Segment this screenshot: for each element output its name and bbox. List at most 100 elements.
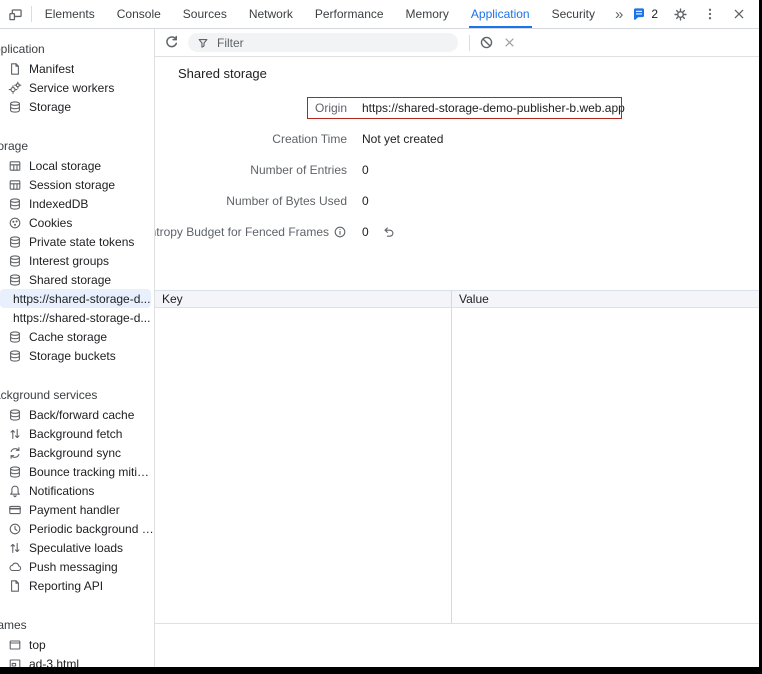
database-icon xyxy=(8,273,22,287)
sidebar-item-push-messaging[interactable]: Push messaging xyxy=(0,557,154,576)
close-devtools-button[interactable] xyxy=(732,7,746,21)
key-value-table: Key Value xyxy=(155,290,759,624)
sidebar-item-label: Shared storage xyxy=(29,273,111,287)
sidebar-item-manifest[interactable]: Manifest xyxy=(0,59,154,78)
sidebar-item-shared-storage[interactable]: Shared storage xyxy=(0,270,154,289)
updown-arrows-icon xyxy=(8,427,22,441)
sidebar-item-top[interactable]: top xyxy=(0,635,154,654)
detail-label: Number of Entries xyxy=(155,163,347,177)
sidebar-section-title: Application xyxy=(0,39,140,59)
sidebar-section-application: ApplicationManifestService workers Storag… xyxy=(0,39,154,116)
application-panel-body: ApplicationManifestService workers Storag… xyxy=(0,29,759,667)
close-icon xyxy=(732,7,746,21)
detail-row-entropy-budget-for-fenced-frames: Entropy Budget for Fenced Frames 0 xyxy=(155,216,759,247)
column-header-value[interactable]: Value xyxy=(452,291,759,307)
block-icon xyxy=(479,35,494,50)
detail-label: Number of Bytes Used xyxy=(155,194,347,208)
tab-console[interactable]: Console xyxy=(106,0,172,28)
sidebar-item-https-shared-storage-d[interactable]: https://shared-storage-d... xyxy=(0,308,154,327)
sidebar-item-periodic-background-s[interactable]: Periodic background s... xyxy=(0,519,154,538)
table-header-row: Key Value xyxy=(155,290,759,308)
kebab-menu-button[interactable] xyxy=(703,7,717,21)
sidebar-section-title: Background services xyxy=(0,385,140,405)
sidebar-item-session-storage[interactable]: Session storage xyxy=(0,175,154,194)
database-icon xyxy=(8,349,22,363)
more-tabs-button[interactable]: » xyxy=(606,0,632,28)
sidebar-item-cache-storage[interactable]: Cache storage xyxy=(0,327,154,346)
clear-all-button[interactable] xyxy=(479,35,494,50)
issues-counter-button[interactable]: 2 xyxy=(632,7,658,21)
sidebar-item-local-storage[interactable]: Local storage xyxy=(0,156,154,175)
detail-value: 0 xyxy=(362,163,759,177)
detail-value: 0 xyxy=(362,225,759,239)
tab-security[interactable]: Security xyxy=(541,0,606,28)
sidebar-item-label: IndexedDB xyxy=(29,197,88,211)
detail-label: Entropy Budget for Fenced Frames xyxy=(155,225,347,239)
table-body-key-column xyxy=(155,308,452,623)
table-body-empty[interactable] xyxy=(155,308,759,624)
sidebar-item-label: Storage xyxy=(29,100,71,114)
sidebar-item-label: Background fetch xyxy=(29,427,122,441)
sidebar-item-label: https://shared-storage-d... xyxy=(13,311,150,325)
gear-icon xyxy=(673,7,688,22)
database-icon xyxy=(8,100,22,114)
sync-icon xyxy=(8,446,22,460)
sidebar-item-label: Storage buckets xyxy=(29,349,116,363)
sidebar-item-notifications[interactable]: Notifications xyxy=(0,481,154,500)
tab-performance[interactable]: Performance xyxy=(304,0,395,28)
table-icon xyxy=(8,178,22,192)
cloud-icon xyxy=(8,560,22,574)
database-icon xyxy=(8,235,22,249)
toggle-device-toolbar-button[interactable] xyxy=(0,0,31,28)
refresh-button[interactable] xyxy=(164,35,179,50)
sidebar-item-speculative-loads[interactable]: Speculative loads xyxy=(0,538,154,557)
info-icon xyxy=(333,225,347,239)
iframe-icon xyxy=(8,657,22,668)
sidebar-item-back-forward-cache[interactable]: Back/forward cache xyxy=(0,405,154,424)
tab-elements[interactable]: Elements xyxy=(34,0,106,28)
sidebar-item-reporting-api[interactable]: Reporting API xyxy=(0,576,154,595)
column-header-key[interactable]: Key xyxy=(155,291,452,307)
detail-row-origin: Originhttps://shared-storage-demo-publis… xyxy=(155,92,759,123)
filter-input[interactable] xyxy=(215,35,449,51)
document-icon xyxy=(8,62,22,76)
undo-icon xyxy=(381,225,395,239)
page-title: Shared storage xyxy=(178,66,759,83)
sidebar-item-payment-handler[interactable]: Payment handler xyxy=(0,500,154,519)
reset-entropy-budget-button[interactable] xyxy=(381,225,395,239)
issues-icon xyxy=(632,7,646,21)
sidebar-item-storage-buckets[interactable]: Storage buckets xyxy=(0,346,154,365)
table-icon xyxy=(8,159,22,173)
detail-row-number-of-bytes-used: Number of Bytes Used0 xyxy=(155,185,759,216)
sidebar-item-service-workers[interactable]: Service workers xyxy=(0,78,154,97)
sidebar-item-label: Back/forward cache xyxy=(29,408,134,422)
tab-application[interactable]: Application xyxy=(460,0,541,28)
sidebar-item-cookies[interactable]: Cookies xyxy=(0,213,154,232)
tab-memory[interactable]: Memory xyxy=(395,0,460,28)
clock-icon xyxy=(8,522,22,536)
sidebar-item-interest-groups[interactable]: Interest groups xyxy=(0,251,154,270)
filter-pill[interactable] xyxy=(188,33,458,52)
sidebar-item-background-fetch[interactable]: Background fetch xyxy=(0,424,154,443)
updown-arrows-icon xyxy=(8,541,22,555)
sidebar-item-private-state-tokens[interactable]: Private state tokens xyxy=(0,232,154,251)
sidebar-item-bounce-tracking-mitiga[interactable]: Bounce tracking mitiga... xyxy=(0,462,154,481)
device-toolbar-icon xyxy=(8,7,23,22)
sidebar-item-indexeddb[interactable]: IndexedDB xyxy=(0,194,154,213)
sidebar-section-title: Storage xyxy=(0,136,140,156)
sidebar-item-label: Session storage xyxy=(29,178,115,192)
delete-selected-button[interactable] xyxy=(503,36,516,49)
sidebar-item-label: Bounce tracking mitiga... xyxy=(29,465,154,479)
sidebar-item-storage[interactable]: Storage xyxy=(0,97,154,116)
detail-row-number-of-entries: Number of Entries 0 xyxy=(155,154,759,185)
settings-button[interactable] xyxy=(673,7,688,22)
sidebar-section-frames: Framestopad-3.html xyxy=(0,615,154,667)
tab-network[interactable]: Network xyxy=(238,0,304,28)
sidebar-item-https-shared-storage-d[interactable]: https://shared-storage-d... xyxy=(0,289,151,308)
shared-storage-toolbar xyxy=(155,29,759,57)
tab-sources[interactable]: Sources xyxy=(172,0,238,28)
sidebar-item-background-sync[interactable]: Background sync xyxy=(0,443,154,462)
tabbar-separator xyxy=(31,6,32,22)
sidebar-item-label: https://shared-storage-d... xyxy=(13,292,150,306)
sidebar-item-ad-3-html[interactable]: ad-3.html xyxy=(0,654,154,667)
